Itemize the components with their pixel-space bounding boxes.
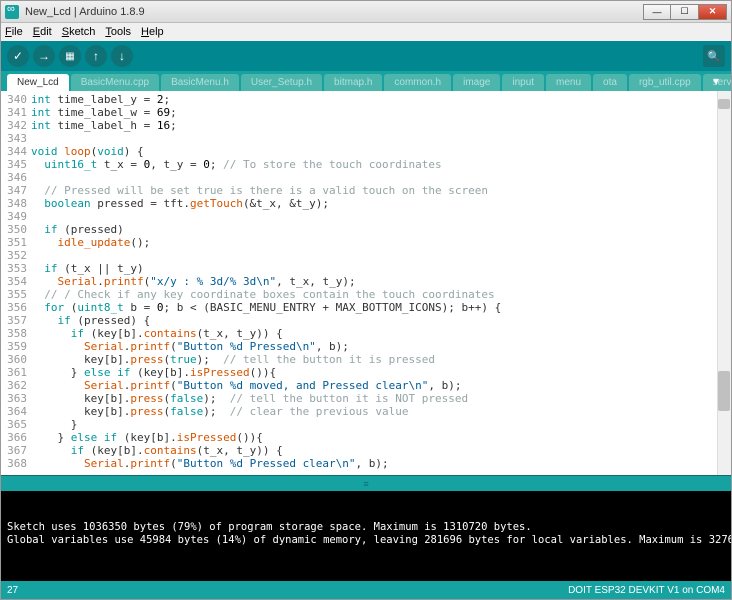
new-button[interactable] (59, 45, 81, 67)
save-button[interactable] (111, 45, 133, 67)
status-line-number: 27 (7, 585, 18, 596)
open-button[interactable] (85, 45, 107, 67)
upload-button[interactable] (33, 45, 55, 67)
serial-monitor-button[interactable] (703, 45, 725, 67)
code-editor[interactable]: 3403413423433443453463473483493503513523… (1, 91, 731, 475)
tab-new_lcd[interactable]: New_Lcd (7, 74, 69, 91)
verify-button[interactable] (7, 45, 29, 67)
tab-ota[interactable]: ota (593, 74, 627, 91)
scroll-thumb[interactable] (718, 371, 730, 411)
scroll-up-arrow[interactable] (718, 99, 730, 109)
tab-bitmap-h[interactable]: bitmap.h (324, 74, 382, 91)
titlebar: New_Lcd | Arduino 1.8.9 — ☐ ✕ (1, 1, 731, 23)
window-controls: — ☐ ✕ (643, 4, 727, 20)
tab-menu[interactable]: menu (546, 74, 591, 91)
maximize-button[interactable]: ☐ (671, 4, 699, 20)
tabbar: New_LcdBasicMenu.cppBasicMenu.hUser_Setu… (1, 71, 731, 91)
app-window: New_Lcd | Arduino 1.8.9 — ☐ ✕ File Edit … (0, 0, 732, 600)
code-area[interactable]: int time_label_y = 2;int time_label_w = … (31, 91, 731, 475)
menu-sketch[interactable]: Sketch (62, 26, 96, 38)
minimize-button[interactable]: — (643, 4, 671, 20)
menubar: File Edit Sketch Tools Help (1, 23, 731, 41)
tab-basicmenu-cpp[interactable]: BasicMenu.cpp (71, 74, 159, 91)
status-board-port: DOIT ESP32 DEVKIT V1 on COM4 (568, 585, 725, 596)
tab-basicmenu-h[interactable]: BasicMenu.h (161, 74, 239, 91)
tab-input[interactable]: input (502, 74, 544, 91)
tab-rgb_util-cpp[interactable]: rgb_util.cpp (629, 74, 701, 91)
toolbar (1, 41, 731, 71)
vertical-scrollbar[interactable] (717, 91, 731, 475)
menu-file[interactable]: File (5, 26, 23, 38)
statusbar: 27 DOIT ESP32 DEVKIT V1 on COM4 (1, 581, 731, 599)
pane-divider[interactable] (1, 475, 731, 491)
menu-tools[interactable]: Tools (105, 26, 131, 38)
tab-common-h[interactable]: common.h (384, 74, 451, 91)
close-button[interactable]: ✕ (699, 4, 727, 20)
output-console[interactable]: Sketch uses 1036350 bytes (79%) of progr… (1, 491, 731, 581)
tab-image[interactable]: image (453, 74, 500, 91)
tab-user_setup-h[interactable]: User_Setup.h (241, 74, 322, 91)
line-gutter: 3403413423433443453463473483493503513523… (1, 91, 31, 475)
menu-edit[interactable]: Edit (33, 26, 52, 38)
tab-menu-button[interactable]: ▾ (713, 74, 727, 88)
menu-help[interactable]: Help (141, 26, 164, 38)
window-title: New_Lcd | Arduino 1.8.9 (25, 6, 643, 18)
app-icon (5, 5, 19, 19)
